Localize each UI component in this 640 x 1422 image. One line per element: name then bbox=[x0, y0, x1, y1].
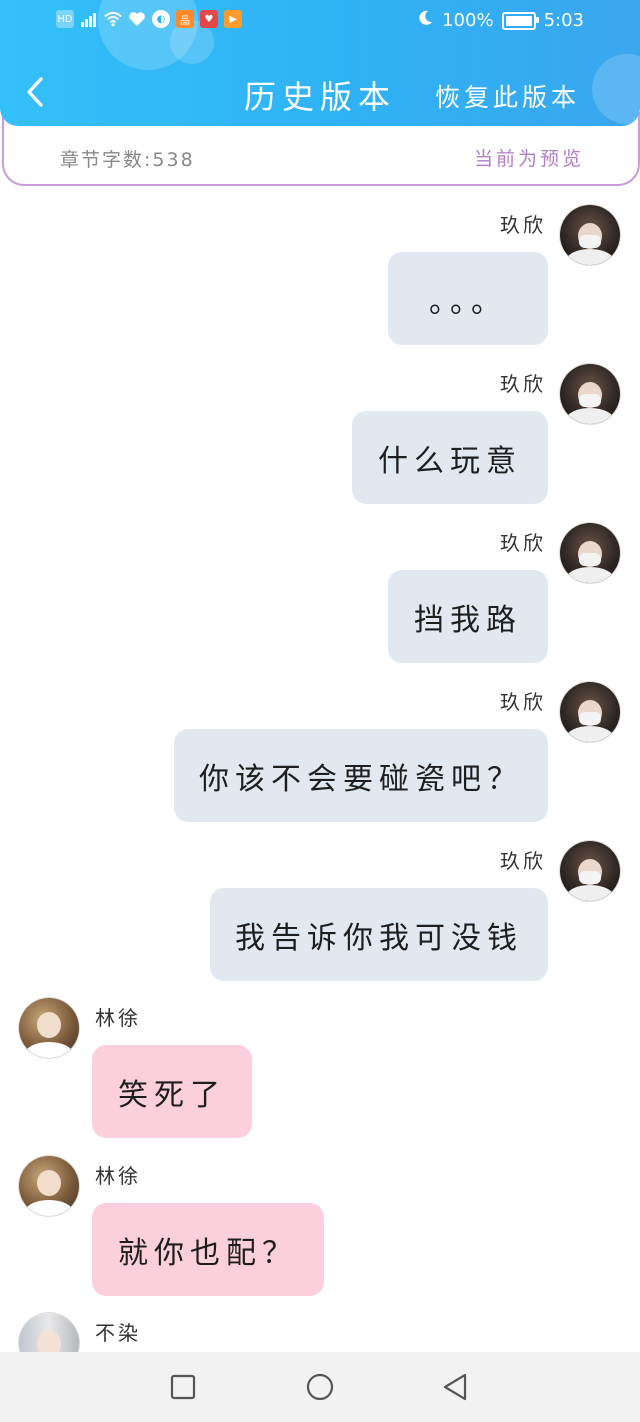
system-nav-bar bbox=[0, 1352, 640, 1422]
signal-5g-icon bbox=[80, 10, 98, 28]
preview-label: 当前为预览 bbox=[473, 148, 584, 170]
status-bar: HD ◐ 品 ♥ ▶ 100% 5:03 bbox=[0, 0, 640, 42]
nav-back-button[interactable] bbox=[438, 1370, 472, 1404]
message-bubble[interactable]: 挡我路 bbox=[388, 570, 548, 663]
sender-name: 玖欣 bbox=[500, 372, 546, 396]
message-bubble[interactable]: 我告诉你我可没钱 bbox=[210, 888, 548, 981]
chapter-word-count: 章节字数:538 bbox=[60, 149, 195, 171]
avatar[interactable] bbox=[560, 682, 620, 742]
hd-icon: HD bbox=[56, 10, 74, 28]
heart-icon bbox=[128, 10, 146, 28]
message-bubble[interactable]: 你该不会要碰瓷吧？ bbox=[174, 729, 548, 822]
avatar-mask bbox=[579, 235, 601, 248]
avatar[interactable] bbox=[560, 364, 620, 424]
avatar-mask bbox=[579, 871, 601, 884]
sender-name: 玖欣 bbox=[500, 531, 546, 555]
battery-fill bbox=[505, 15, 532, 26]
sender-name: 不染 bbox=[95, 1321, 141, 1345]
message-bubble[interactable]: 。。。 bbox=[388, 252, 548, 345]
sender-name: 林徐 bbox=[95, 1006, 141, 1030]
battery-icon bbox=[501, 11, 539, 30]
sender-name: 玖欣 bbox=[500, 849, 546, 873]
message-bubble[interactable]: 笑死了 bbox=[92, 1045, 252, 1138]
app-icon-1: ◐ bbox=[152, 10, 170, 28]
avatar-shoulder bbox=[566, 885, 614, 901]
avatar-shoulder bbox=[25, 1200, 73, 1216]
app-icon-4: ▶ bbox=[224, 10, 242, 28]
avatar-shoulder bbox=[25, 1042, 73, 1058]
app-icon-2: 品 bbox=[176, 10, 194, 28]
restore-version-button[interactable]: 恢复此版本 bbox=[435, 78, 580, 114]
avatar[interactable] bbox=[560, 841, 620, 901]
avatar-face bbox=[37, 1170, 61, 1196]
sender-name: 林徐 bbox=[95, 1164, 141, 1188]
clock: 5:03 bbox=[543, 10, 584, 31]
avatar-mask bbox=[579, 712, 601, 725]
avatar[interactable] bbox=[19, 998, 79, 1058]
home-icon bbox=[306, 1373, 334, 1401]
wifi-icon bbox=[104, 10, 122, 28]
home-button[interactable] bbox=[303, 1370, 337, 1404]
message-bubble[interactable]: 什么玩意 bbox=[352, 411, 548, 504]
avatar-shoulder bbox=[566, 567, 614, 583]
battery-percent: 100% bbox=[442, 10, 494, 31]
avatar[interactable] bbox=[560, 205, 620, 265]
sender-name: 玖欣 bbox=[500, 690, 546, 714]
avatar-shoulder bbox=[566, 726, 614, 742]
avatar[interactable] bbox=[19, 1156, 79, 1216]
sender-name: 玖欣 bbox=[500, 213, 546, 237]
back-triangle-icon bbox=[443, 1373, 467, 1401]
app-icon-3: ♥ bbox=[200, 10, 218, 28]
moon-icon bbox=[416, 9, 434, 32]
avatar-face bbox=[37, 1012, 61, 1038]
avatar-shoulder bbox=[566, 408, 614, 424]
recent-apps-icon bbox=[170, 1374, 196, 1400]
header: HD ◐ 品 ♥ ▶ 100% 5:03 历史版本 恢复此版本 bbox=[0, 0, 640, 126]
avatar-shoulder bbox=[566, 249, 614, 265]
recent-apps-button[interactable] bbox=[166, 1370, 200, 1404]
avatar-mask bbox=[579, 394, 601, 407]
avatar[interactable] bbox=[560, 523, 620, 583]
avatar-mask bbox=[579, 553, 601, 566]
message-bubble[interactable]: 就你也配？ bbox=[92, 1203, 324, 1296]
